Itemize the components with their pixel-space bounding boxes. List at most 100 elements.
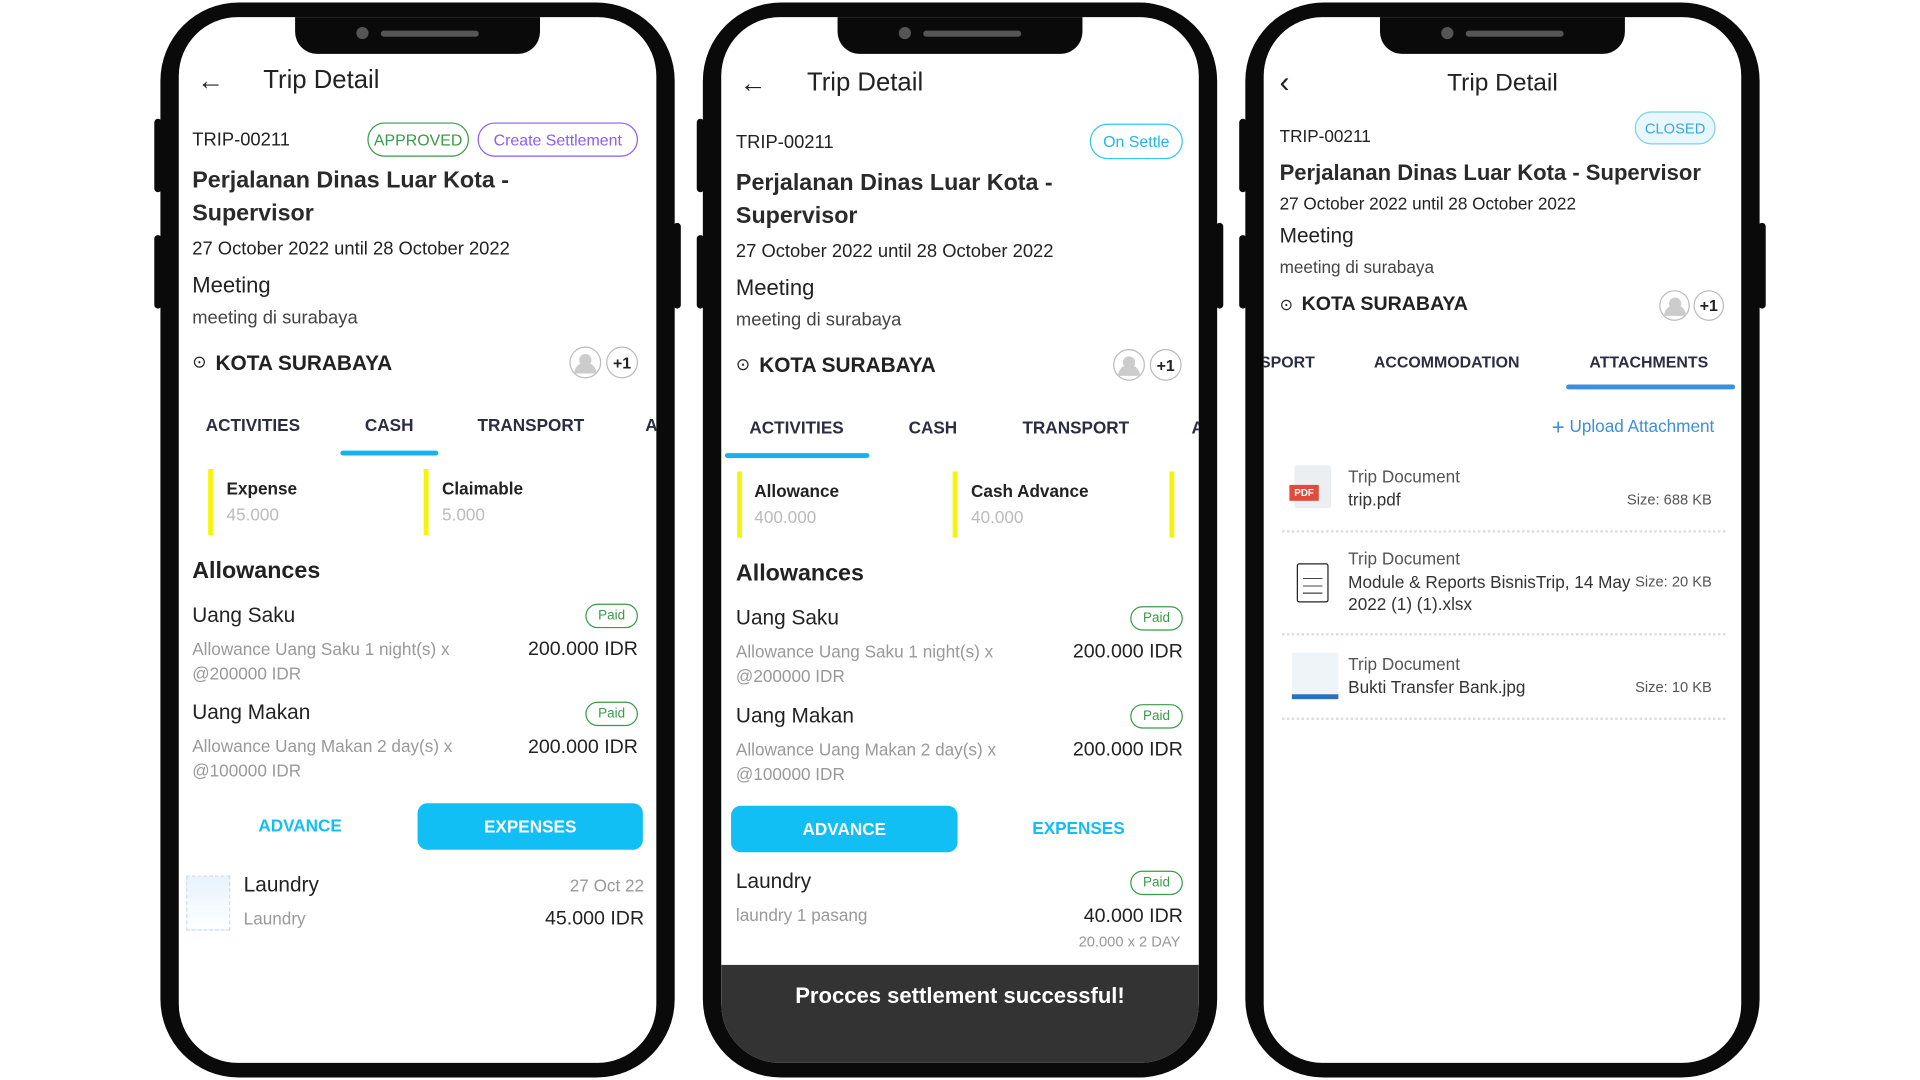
trip-description: meeting di surabaya	[192, 307, 358, 329]
location: KOTA SURABAYA	[1301, 293, 1468, 315]
tab-activities[interactable]: ACTIVITIES	[749, 419, 843, 436]
tab-accommodation[interactable]: ACCOMMODATION	[1374, 354, 1520, 370]
tab-more[interactable]: A	[1191, 419, 1198, 436]
paid-badge: Paid	[1130, 870, 1183, 896]
trip-dates: 27 October 2022 until 28 October 2022	[192, 238, 510, 260]
card-label-cash-advance: Cash Advance	[971, 481, 1089, 501]
attachment-type: Trip Document	[1348, 548, 1460, 569]
card-bar	[1169, 471, 1175, 538]
card-label-allowance: Allowance	[754, 481, 840, 501]
paid-badge: Paid	[585, 701, 638, 727]
card-value-cash-advance: 40.000	[971, 506, 1024, 527]
location: KOTA SURABAYA	[215, 351, 393, 375]
trip-dates: 27 October 2022 until 28 October 2022	[735, 241, 1054, 263]
active-tab-indicator	[1566, 384, 1736, 390]
participants-more[interactable]: +1	[1693, 290, 1725, 321]
expenses-tab-button[interactable]: EXPENSES	[1032, 819, 1124, 836]
allowance-name: Uang Saku	[735, 606, 839, 630]
page-title: Trip Detail	[806, 68, 924, 97]
attachment-name-cont[interactable]: 2022 (1) (1).xlsx	[1348, 595, 1472, 612]
participants-more[interactable]: +1	[1149, 348, 1182, 381]
allowance-amount: 200.000 IDR	[1072, 641, 1183, 663]
status-badge: CLOSED	[1634, 111, 1716, 145]
tab-transport[interactable]: SPORT	[1264, 354, 1315, 370]
notch	[295, 17, 541, 54]
advance-desc: laundry 1 pasang	[735, 904, 868, 925]
attachment-type: Trip Document	[1348, 653, 1460, 674]
allowance-desc: Allowance Uang Saku 1 night(s) x	[192, 639, 450, 659]
attachment-size: Size: 688 KB	[1626, 491, 1712, 509]
tab-cash[interactable]: CASH	[909, 419, 958, 436]
expenses-tab-button[interactable]: EXPENSES	[417, 803, 643, 850]
trip-description: meeting di surabaya	[735, 309, 902, 331]
tab-transport[interactable]: TRANSPORT	[1022, 419, 1129, 436]
phone-approved: ← Trip Detail TRIP-00211 APPROVED Create…	[154, 2, 681, 1078]
notch	[1380, 17, 1625, 54]
phone-closed: ‹ Trip Detail TRIP-00211 CLOSED Perjalan…	[1239, 2, 1766, 1078]
allowances-title: Allowances	[735, 560, 864, 587]
location-pin-icon: ⊙	[192, 351, 207, 372]
trip-title-line1: Perjalanan Dinas Luar Kota -	[735, 170, 1053, 196]
card-bar	[423, 468, 429, 536]
location-pin-icon: ⊙	[735, 353, 751, 374]
avatar[interactable]	[569, 346, 602, 379]
avatar[interactable]	[1659, 290, 1690, 321]
pdf-file-icon: PDF	[1289, 465, 1332, 509]
allowance-amount: 200.000 IDR	[1072, 739, 1183, 761]
expense-name: Laundry	[243, 873, 319, 897]
trip-description: meeting di surabaya	[1279, 257, 1434, 277]
attachment-size: Size: 10 KB	[1635, 678, 1712, 696]
tab-more[interactable]: A	[645, 416, 656, 433]
advance-calc: 20.000 x 2 DAY	[1078, 933, 1181, 951]
card-bar	[208, 468, 214, 536]
advance-tab-button[interactable]: ADVANCE	[731, 805, 958, 853]
participants-more[interactable]: +1	[606, 346, 638, 379]
allowance-desc: @200000 IDR	[192, 663, 302, 684]
attachment-name[interactable]: trip.pdf	[1348, 491, 1400, 508]
create-settlement-button[interactable]: Create Settlement	[477, 122, 638, 157]
toast-message: Procces settlement successful!	[795, 983, 1125, 1008]
avatar[interactable]	[1113, 348, 1145, 381]
receipt-thumbnail-icon	[186, 875, 231, 931]
trip-title-line1: Perjalanan Dinas Luar Kota -	[192, 167, 510, 194]
active-tab-indicator	[340, 450, 439, 456]
back-arrow-icon[interactable]: ←	[740, 69, 767, 97]
trip-purpose: Meeting	[735, 275, 815, 301]
divider	[1282, 717, 1726, 721]
phone-on-settle: ← Trip Detail TRIP-00211 On Settle Perja…	[696, 2, 1224, 1078]
tab-activities[interactable]: ACTIVITIES	[206, 416, 300, 433]
expense-amount: 45.000 IDR	[544, 908, 645, 930]
document-icon	[1296, 563, 1329, 603]
attachment-name[interactable]: Module & Reports BisnisTrip, 14 May	[1348, 573, 1630, 590]
expense-desc: Laundry	[243, 908, 306, 929]
attachment-name[interactable]: Bukti Transfer Bank.jpg	[1348, 678, 1525, 695]
advance-tab-button[interactable]: ADVANCE	[258, 817, 342, 834]
expense-date: 27 Oct 22	[569, 875, 645, 896]
divider	[1282, 530, 1726, 533]
active-tab-indicator	[724, 453, 870, 458]
page-title: Trip Detail	[263, 66, 380, 95]
tab-attachments[interactable]: ATTACHMENTS	[1589, 354, 1708, 370]
pdf-badge: PDF	[1289, 484, 1319, 501]
allowance-amount: 200.000 IDR	[527, 639, 638, 661]
advance-name: Laundry	[735, 869, 812, 893]
allowance-desc: Allowance Uang Saku 1 night(s) x	[735, 641, 994, 662]
toast: Procces settlement successful!	[721, 964, 1199, 1063]
trip-title: Perjalanan Dinas Luar Kota - Supervisor	[1279, 160, 1701, 185]
page-title: Trip Detail	[1447, 69, 1558, 97]
notch	[837, 17, 1083, 54]
trip-title-line2: Supervisor	[735, 203, 858, 229]
back-arrow-icon[interactable]: ←	[197, 67, 224, 94]
trip-purpose: Meeting	[1279, 224, 1354, 248]
trip-id: TRIP-00211	[735, 132, 834, 154]
tab-transport[interactable]: TRANSPORT	[478, 416, 585, 433]
trip-purpose: Meeting	[192, 273, 271, 298]
upload-label: Upload Attachment	[1569, 416, 1715, 436]
advance-amount: 40.000 IDR	[1083, 906, 1183, 927]
upload-attachment-button[interactable]: + Upload Attachment	[1552, 416, 1714, 438]
allowances-title: Allowances	[192, 558, 321, 585]
card-value-allowance: 400.000	[754, 506, 817, 527]
allowance-name: Uang Saku	[192, 603, 296, 627]
card-bar	[952, 471, 958, 538]
tab-cash[interactable]: CASH	[365, 416, 414, 433]
